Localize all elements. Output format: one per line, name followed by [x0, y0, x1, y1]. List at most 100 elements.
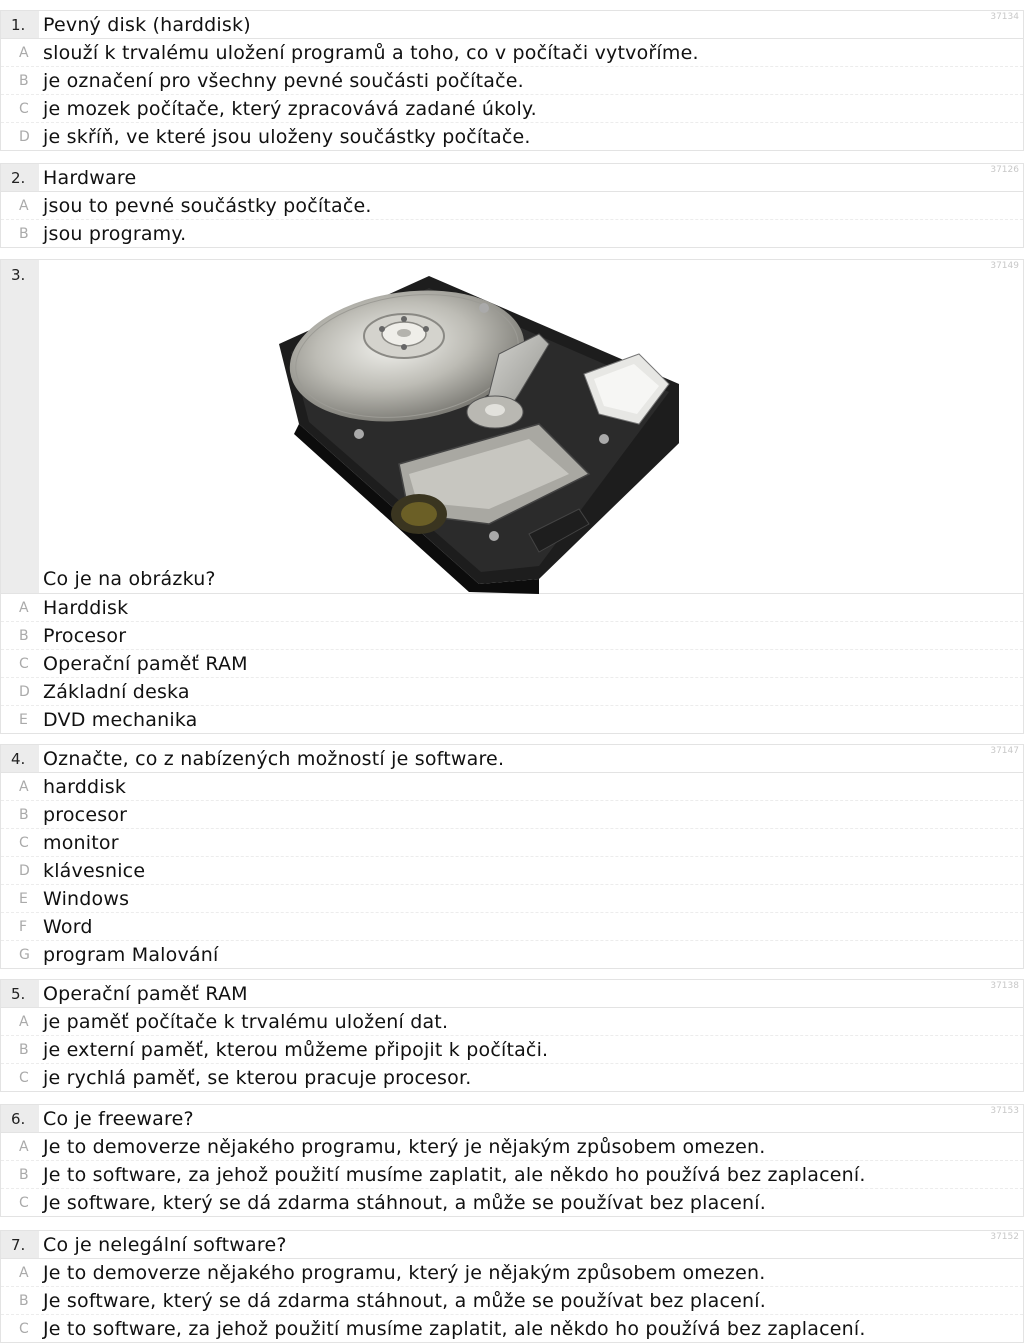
- answer-option[interactable]: Ajsou to pevné součástky počítače.: [1, 192, 1023, 220]
- question-number: 7.: [1, 1231, 39, 1258]
- option-text: DVD mechanika: [43, 708, 198, 731]
- answer-option[interactable]: Gprogram Malování: [1, 941, 1023, 968]
- option-letter: C: [19, 655, 29, 672]
- question-2: 2. Hardware 37126 Ajsou to pevné součást…: [0, 163, 1024, 248]
- question-text: Co je freeware?: [43, 1107, 194, 1130]
- answer-option[interactable]: A Je to demoverze nějakého programu, kter…: [1, 1259, 1023, 1287]
- option-text: je mozek počítače, který zpracovává zada…: [43, 97, 537, 120]
- answer-option[interactable]: Dklávesnice: [1, 857, 1023, 885]
- answer-option[interactable]: E DVD mechanika: [1, 706, 1023, 733]
- question-text: Co je nelegální software?: [43, 1233, 287, 1256]
- option-text: klávesnice: [43, 859, 146, 882]
- option-text: Procesor: [43, 624, 127, 647]
- question-header: 2. Hardware 37126: [1, 164, 1023, 192]
- answer-option[interactable]: Cje rychlá paměť, se kterou pracuje proc…: [1, 1064, 1023, 1091]
- answer-option[interactable]: Cje mozek počítače, který zpracovává zad…: [1, 95, 1023, 123]
- option-text: Je to demoverze nějakého programu, který…: [43, 1261, 766, 1284]
- answer-option[interactable]: D Základní deska: [1, 678, 1023, 706]
- question-text: Operační paměť RAM: [43, 982, 248, 1005]
- option-text: program Malování: [43, 943, 219, 966]
- option-letter: E: [19, 711, 28, 728]
- answer-option[interactable]: Aharddisk: [1, 773, 1023, 801]
- option-letter: D: [19, 128, 30, 145]
- option-letter: C: [19, 100, 29, 117]
- answer-option[interactable]: C Je software, který se dá zdarma stáhnou…: [1, 1189, 1023, 1216]
- question-header: 5. Operační paměť RAM 37138: [1, 980, 1023, 1008]
- option-letter: D: [19, 862, 30, 879]
- answer-option[interactable]: Aslouží k trvalému uložení programů a to…: [1, 39, 1023, 67]
- option-letter: B: [19, 806, 29, 823]
- option-letter: C: [19, 1194, 29, 1211]
- option-letter: A: [19, 1264, 29, 1281]
- question-1: 1. Pevný disk (harddisk) 37134 Aslouží k…: [0, 10, 1024, 151]
- answer-option[interactable]: F Word: [1, 913, 1023, 941]
- option-text: Je software, který se dá zdarma stáhnout…: [43, 1289, 766, 1312]
- hard-disk-image: [279, 276, 679, 594]
- question-number: 5.: [1, 980, 39, 1007]
- question-number: 2.: [1, 164, 39, 191]
- option-letter: A: [19, 599, 29, 616]
- answer-option[interactable]: A Je to demoverze nějakého programu, kter…: [1, 1133, 1023, 1161]
- answer-option[interactable]: Dje skříň, ve které jsou uloženy součást…: [1, 123, 1023, 150]
- question-number: 6.: [1, 1105, 39, 1132]
- option-letter: C: [19, 1320, 29, 1337]
- answer-option[interactable]: Aje paměť počítače k trvalému uložení da…: [1, 1008, 1023, 1036]
- option-letter: A: [19, 197, 29, 214]
- option-text: harddisk: [43, 775, 127, 798]
- option-text: procesor: [43, 803, 128, 826]
- question-number: 4.: [1, 745, 39, 772]
- option-text: je skříň, ve které jsou uloženy součástk…: [43, 125, 531, 148]
- option-letter: A: [19, 1013, 29, 1030]
- option-letter: B: [19, 1292, 29, 1309]
- option-text: slouží k trvalému uložení programů a toh…: [43, 41, 699, 64]
- option-text: je paměť počítače k trvalému uložení dat…: [43, 1010, 449, 1033]
- answer-option[interactable]: E Windows: [1, 885, 1023, 913]
- answer-option[interactable]: Bje externí paměť, kterou můžeme připoji…: [1, 1036, 1023, 1064]
- question-image-area: Co je na obrázku?: [39, 260, 1023, 594]
- question-number: 3.: [1, 260, 39, 593]
- answer-option[interactable]: Cmonitor: [1, 829, 1023, 857]
- option-text: Je to demoverze nějakého programu, který…: [43, 1135, 766, 1158]
- option-letter: A: [19, 778, 29, 795]
- option-letter: A: [19, 1138, 29, 1155]
- question-3: 3. Co je na obrázku? 37149 A Harddisk B …: [0, 259, 1024, 734]
- answer-option[interactable]: A Harddisk: [1, 594, 1023, 622]
- question-text: Co je na obrázku?: [43, 568, 216, 590]
- question-6: 6. Co je freeware? 37153 A Je to demoverz…: [0, 1104, 1024, 1217]
- answer-option[interactable]: C Operační paměť RAM: [1, 650, 1023, 678]
- option-text: jsou programy.: [43, 222, 187, 245]
- option-letter: B: [19, 1166, 29, 1183]
- option-letter: B: [19, 1041, 29, 1058]
- answer-option[interactable]: Bje označení pro všechny pevné součásti …: [1, 67, 1023, 95]
- option-text: Word: [43, 915, 93, 938]
- option-text: Je software, který se dá zdarma stáhnout…: [43, 1191, 766, 1214]
- question-id: 37153: [990, 1106, 1019, 1116]
- question-header: 4. Označte, co z nabízených možností je …: [1, 745, 1023, 773]
- question-header: 6. Co je freeware? 37153: [1, 1105, 1023, 1133]
- option-letter: B: [19, 627, 29, 644]
- answer-option[interactable]: B Procesor: [1, 622, 1023, 650]
- question-header: 1. Pevný disk (harddisk) 37134: [1, 11, 1023, 39]
- question-header: 7. Co je nelegální software? 37152: [1, 1231, 1023, 1259]
- option-letter: C: [19, 1069, 29, 1086]
- option-text: je rychlá paměť, se kterou pracuje proce…: [43, 1066, 472, 1089]
- answer-option[interactable]: B Je software, který se dá zdarma stáhnou…: [1, 1287, 1023, 1315]
- option-letter: F: [19, 918, 28, 935]
- question-7: 7. Co je nelegální software? 37152 A Je t…: [0, 1230, 1024, 1343]
- answer-option[interactable]: B Je to software, za jehož použití musíme…: [1, 1161, 1023, 1189]
- option-text: Je to software, za jehož použití musíme …: [43, 1163, 866, 1186]
- option-text: Základní deska: [43, 680, 190, 703]
- question-id: 37149: [990, 261, 1019, 271]
- question-id: 37152: [990, 1232, 1019, 1242]
- answer-option[interactable]: Bjsou programy.: [1, 220, 1023, 247]
- option-text: Je to software, za jehož použití musíme …: [43, 1317, 866, 1340]
- question-header: 3. Co je na obrázku? 37149: [1, 260, 1023, 594]
- option-text: jsou to pevné součástky počítače.: [43, 194, 372, 217]
- option-letter: B: [19, 72, 29, 89]
- answer-option[interactable]: Bprocesor: [1, 801, 1023, 829]
- question-id: 37126: [990, 165, 1019, 175]
- answer-option[interactable]: C Je to software, za jehož použití musíme…: [1, 1315, 1023, 1342]
- question-5: 5. Operační paměť RAM 37138 Aje paměť po…: [0, 979, 1024, 1092]
- option-letter: C: [19, 834, 29, 851]
- question-text: Označte, co z nabízených možností je sof…: [43, 747, 505, 770]
